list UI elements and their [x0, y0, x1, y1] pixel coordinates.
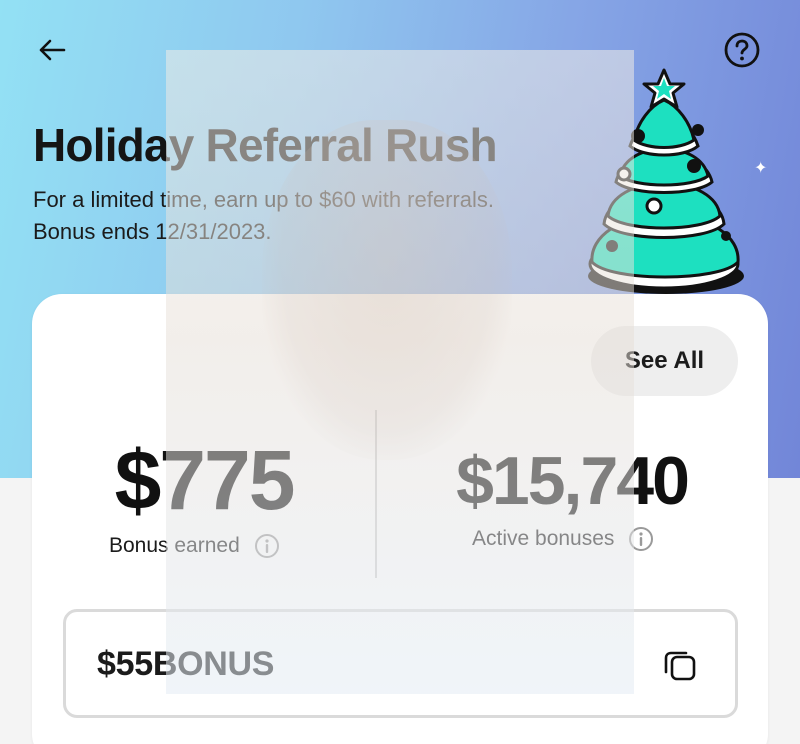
page-subtitle: For a limited time, earn up to $60 with … [33, 187, 494, 244]
page-title: Holiday Referral Rush [33, 119, 498, 171]
info-icon[interactable] [254, 533, 280, 559]
sparkle-icon: ✦ [754, 160, 768, 177]
bonus-earned-row: Bonus earned [109, 533, 280, 559]
active-bonuses-value: $15,740 [456, 443, 690, 519]
active-bonuses-label: Active bonuses [472, 527, 615, 550]
info-icon[interactable] [628, 526, 654, 552]
back-button[interactable] [32, 32, 72, 68]
bonus-earned-value: $775 [114, 433, 296, 527]
active-bonuses-row: Active bonuses [472, 526, 654, 552]
copy-icon [664, 651, 696, 681]
stats-divider [375, 410, 377, 578]
christmas-tree-icon [588, 68, 744, 294]
question-circle-icon [724, 32, 760, 68]
see-all-button[interactable]: See All [591, 326, 738, 396]
bonus-earned-label: Bonus earned [109, 534, 240, 557]
copy-button[interactable] [660, 645, 700, 685]
arrow-left-icon [39, 39, 66, 61]
referral-code: $55BONUS [97, 645, 275, 683]
